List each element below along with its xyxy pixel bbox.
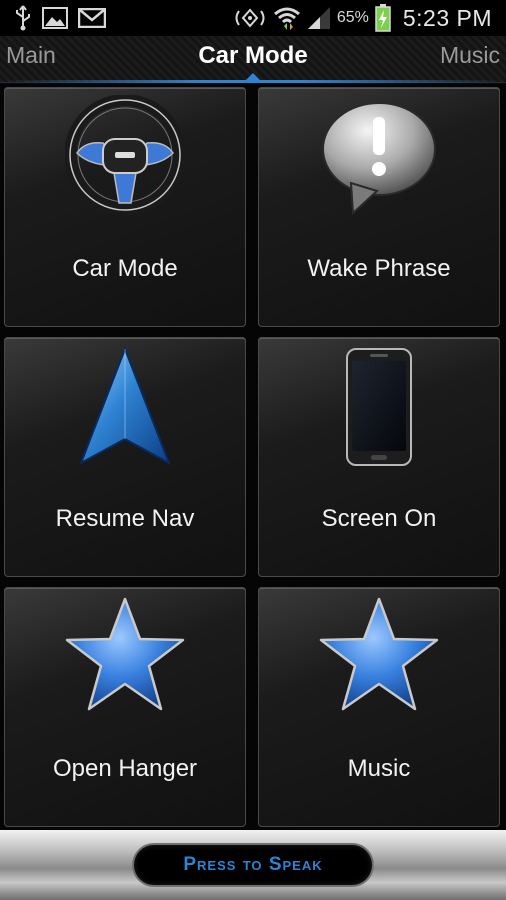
smartphone-icon — [344, 345, 414, 474]
battery-percent: 65% — [336, 9, 369, 26]
bottom-bar: Press to Speak — [0, 830, 506, 900]
star-icon — [317, 595, 441, 724]
speech-bubble-exclamation-icon — [317, 95, 441, 224]
shortcut-grid: Car Mode Wake Phrase Resume Nav Screen O… — [0, 84, 506, 830]
tile-label-resume-nav: Resume Nav — [55, 505, 195, 532]
tile-label-car-mode: Car Mode — [72, 255, 178, 282]
star-icon — [63, 595, 187, 724]
status-bar-left — [0, 0, 106, 36]
tile-label-open-hanger: Open Hanger — [52, 755, 198, 782]
usb-icon — [14, 5, 32, 31]
tile-label-music: Music — [347, 755, 411, 782]
press-to-speak-button[interactable]: Press to Speak — [134, 845, 372, 885]
navigation-arrow-icon — [75, 345, 175, 474]
tile-screen-on[interactable]: Screen On — [258, 337, 500, 577]
tab-bar: Car Mode Main Music — [0, 36, 506, 83]
image-icon — [42, 7, 68, 29]
tab-main[interactable]: Main — [6, 42, 56, 69]
tile-resume-nav[interactable]: Resume Nav — [4, 337, 246, 577]
tile-label-screen-on: Screen On — [321, 505, 437, 532]
steering-wheel-icon — [64, 94, 186, 220]
status-bar: 65% 5:23 PM — [0, 0, 506, 36]
tile-music[interactable]: Music — [258, 587, 500, 827]
status-bar-right: 65% 5:23 PM — [233, 0, 506, 36]
gmail-icon — [78, 8, 106, 28]
tile-label-wake-phrase: Wake Phrase — [307, 255, 451, 282]
nfc-icon — [233, 6, 267, 30]
battery-charging-icon — [375, 4, 391, 32]
clock: 5:23 PM — [402, 4, 492, 31]
tab-music[interactable]: Music — [440, 42, 500, 69]
tab-indicator-tick — [245, 73, 261, 81]
signal-icon — [307, 6, 331, 30]
tile-wake-phrase[interactable]: Wake Phrase — [258, 87, 500, 327]
tile-open-hanger[interactable]: Open Hanger — [4, 587, 246, 827]
tile-car-mode[interactable]: Car Mode — [4, 87, 246, 327]
tab-car-mode[interactable]: Car Mode — [0, 42, 506, 70]
wifi-icon — [273, 5, 301, 31]
